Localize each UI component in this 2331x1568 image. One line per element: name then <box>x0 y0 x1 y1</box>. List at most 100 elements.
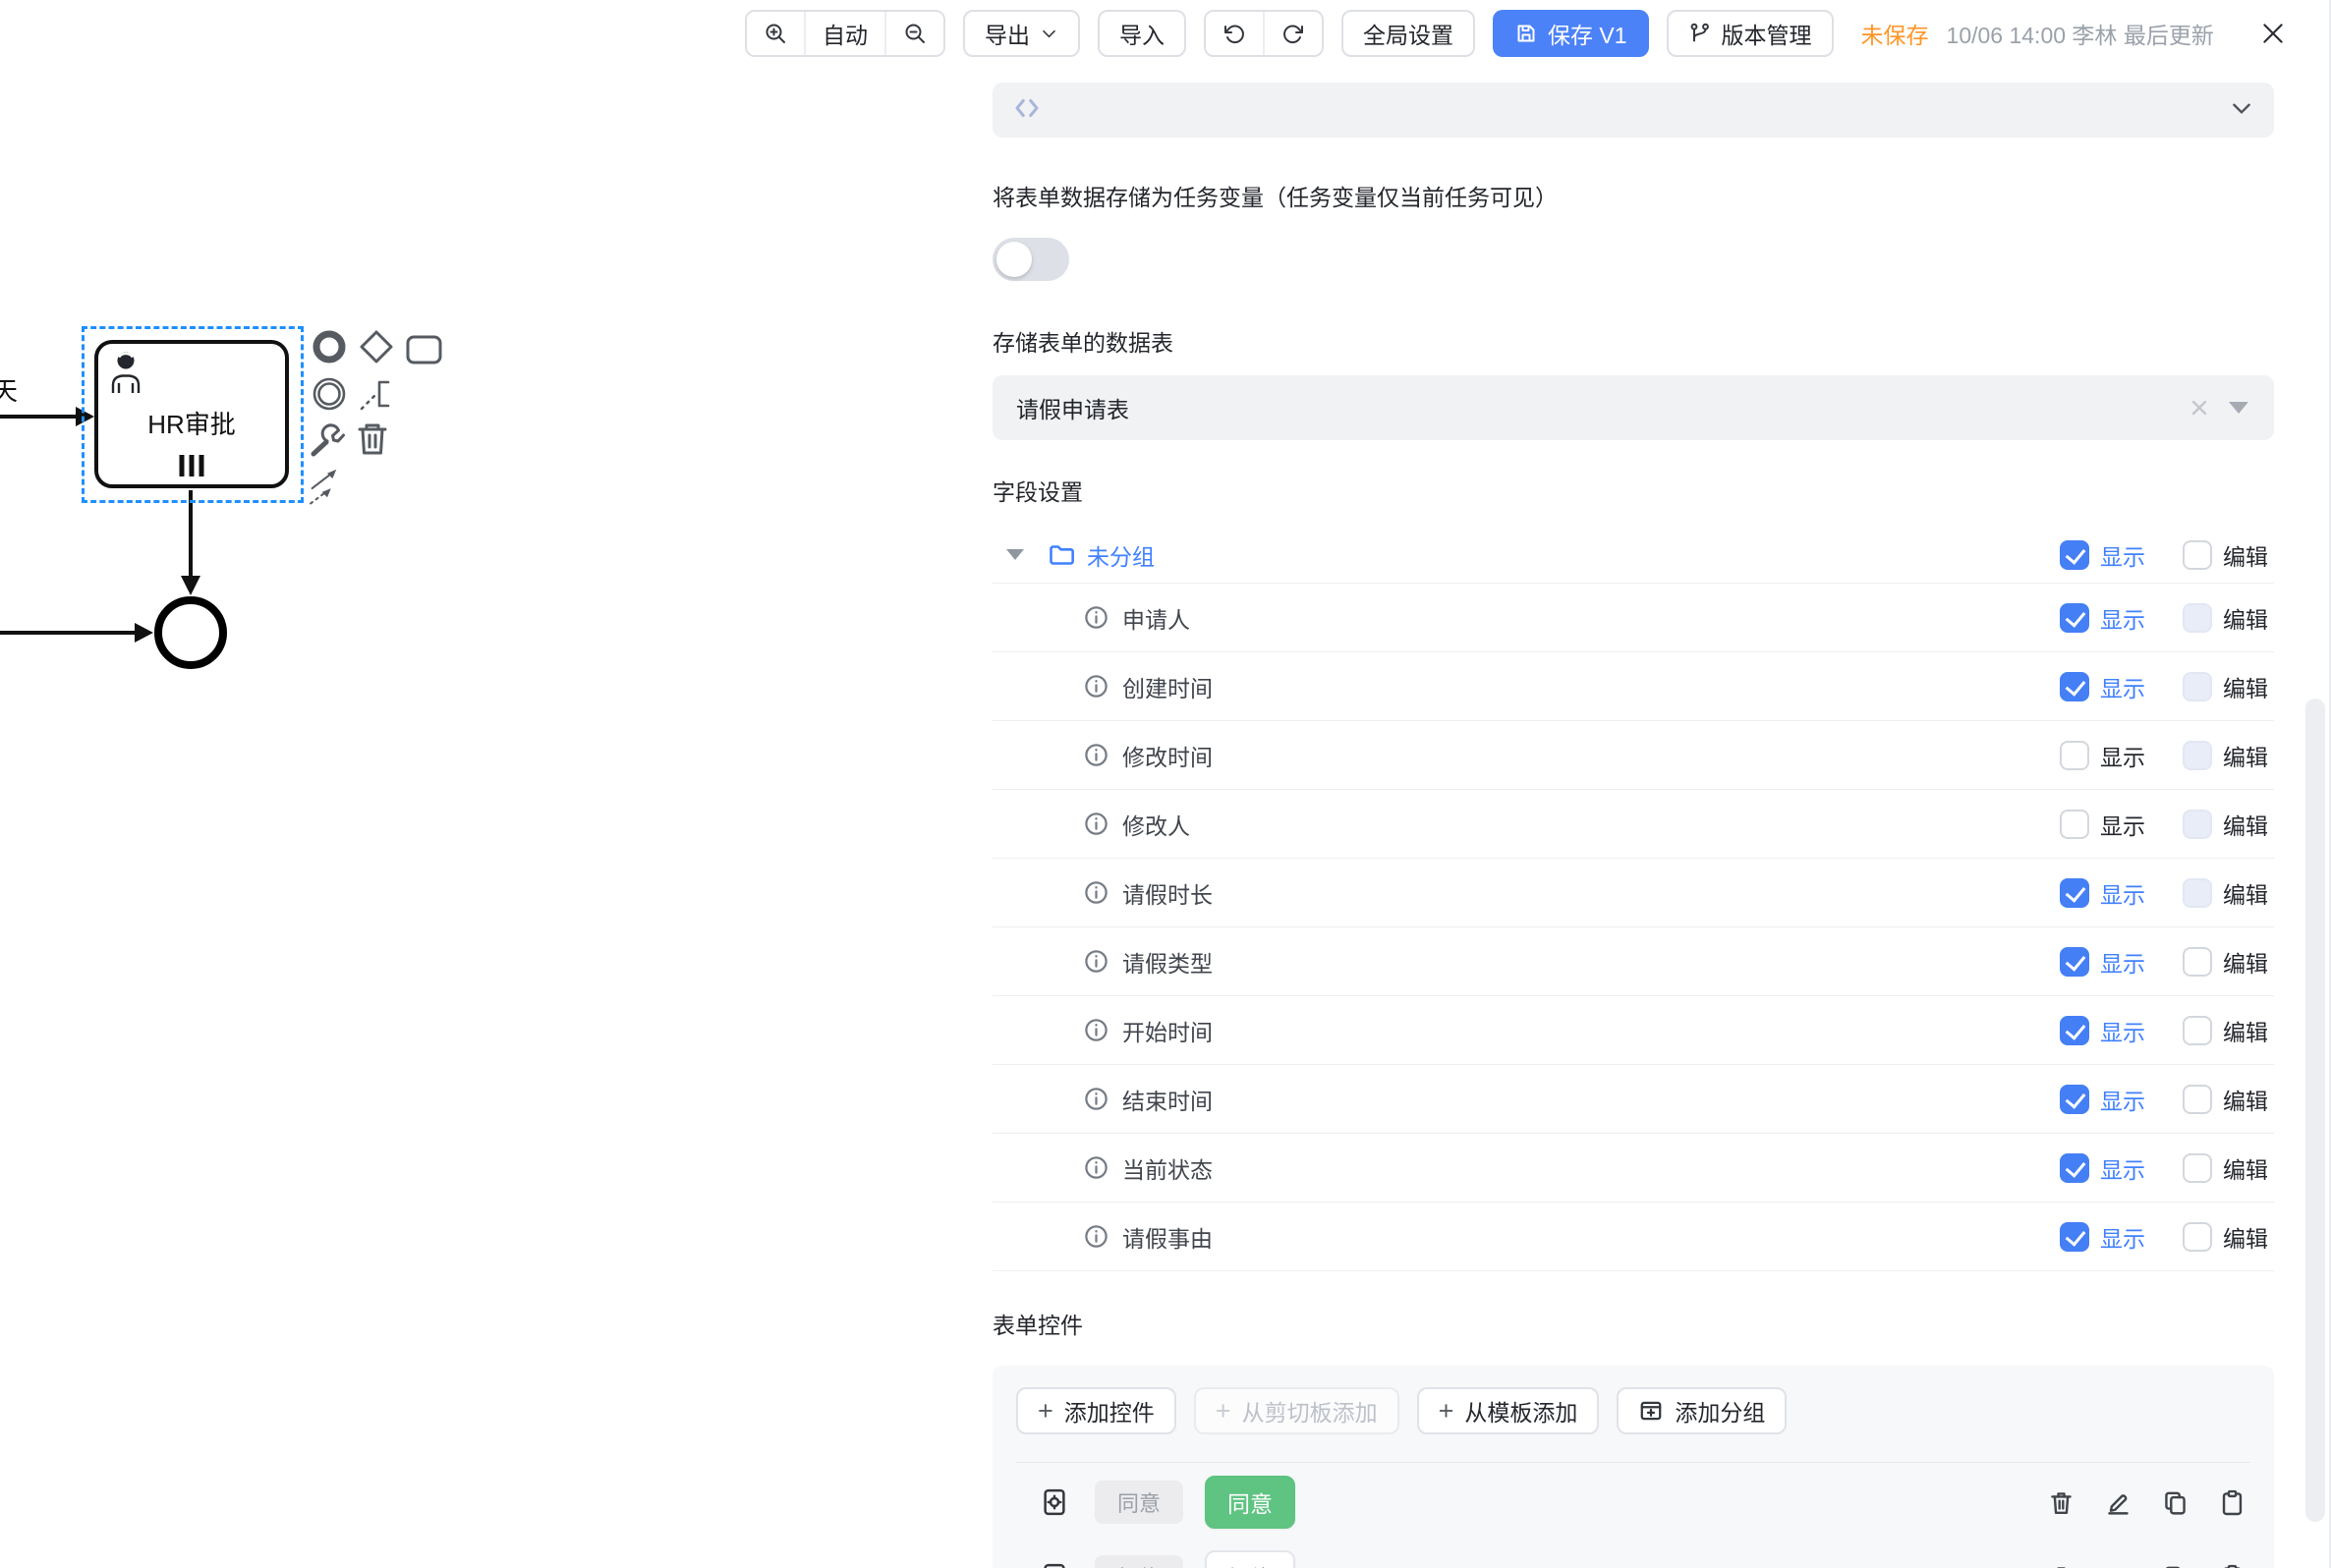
paste-clipboard-icon[interactable] <box>2218 1563 2246 1568</box>
edit-pencil-icon[interactable] <box>2104 1563 2132 1568</box>
select-caret-icon[interactable] <box>2229 402 2248 414</box>
edit-pencil-icon[interactable] <box>2104 1488 2132 1517</box>
widget-doc-icon <box>1040 1562 1069 1568</box>
import-button[interactable]: 导入 <box>1098 10 1186 57</box>
show-label: 显示 <box>2100 538 2151 572</box>
branch-icon <box>1688 22 1712 45</box>
clear-icon[interactable] <box>2188 396 2211 420</box>
global-settings-button[interactable]: 全局设置 <box>1341 10 1475 57</box>
copy-icon[interactable] <box>2161 1488 2189 1517</box>
edit-checkbox[interactable] <box>2183 672 2212 701</box>
field-name: 修改人 <box>1122 808 1190 841</box>
edit-label: 编辑 <box>2223 1014 2274 1047</box>
delete-icon[interactable] <box>2047 1488 2075 1517</box>
paste-clipboard-icon[interactable] <box>2218 1488 2246 1517</box>
edit-checkbox[interactable] <box>2183 741 2212 770</box>
show-checkbox[interactable] <box>2060 878 2089 908</box>
edit-checkbox[interactable] <box>2183 603 2212 633</box>
field-name: 开始时间 <box>1122 1014 1213 1047</box>
field-name: 结束时间 <box>1122 1083 1213 1116</box>
show-label: 显示 <box>2100 670 2151 703</box>
bpmn-canvas[interactable]: 天 HR审批 <box>0 0 989 1568</box>
show-checkbox[interactable] <box>2060 741 2089 770</box>
edit-checkbox[interactable] <box>2183 1016 2212 1045</box>
flow-condition-label: 天 <box>0 371 18 408</box>
info-icon <box>1083 879 1109 906</box>
delete-icon[interactable] <box>2047 1563 2075 1568</box>
widget-row-actions <box>2047 1488 2246 1517</box>
show-label: 显示 <box>2100 1014 2151 1047</box>
redo-icon <box>1281 22 1305 45</box>
bpmn-connections <box>0 0 989 1568</box>
edit-checkbox[interactable] <box>2183 1085 2212 1114</box>
field-row: 结束时间 显示 编辑 <box>993 1065 2274 1134</box>
show-checkbox[interactable] <box>2060 810 2089 839</box>
append-intermediate-event-icon[interactable] <box>310 374 349 419</box>
add-group-button[interactable]: 添加分组 <box>1617 1387 1787 1434</box>
append-gateway-icon[interactable] <box>357 327 396 371</box>
show-label: 显示 <box>2100 601 2151 635</box>
zoom-in-button[interactable] <box>747 12 804 55</box>
show-checkbox[interactable] <box>2060 1016 2089 1045</box>
edit-checkbox[interactable] <box>2183 947 2212 977</box>
field-row: 修改时间 显示 编辑 <box>993 721 2274 790</box>
show-checkbox[interactable] <box>2060 1222 2089 1252</box>
show-label: 显示 <box>2100 1083 2151 1116</box>
text-annotation-icon[interactable] <box>357 374 396 419</box>
properties-panel: 将表单数据存储为任务变量（任务变量仅当前任务可见） 存储表单的数据表 请假申请表… <box>993 61 2274 1568</box>
widget-preview-button[interactable]: 同意 <box>1205 1476 1295 1529</box>
edit-checkbox[interactable] <box>2183 878 2212 908</box>
show-checkbox[interactable] <box>2060 603 2089 633</box>
version-manage-button[interactable]: 版本管理 <box>1667 10 1834 57</box>
toolbar: 自动 导出 导入 全局设置 保存 V1 版本管理 未保存 <box>745 10 2287 57</box>
edit-label: 编辑 <box>2223 1151 2274 1185</box>
show-label: 显示 <box>2100 1220 2151 1254</box>
save-label: 保存 V1 <box>1548 17 1627 50</box>
edit-checkbox[interactable] <box>2183 540 2212 570</box>
arrowhead <box>181 576 200 595</box>
store-as-task-var-toggle[interactable] <box>993 238 1069 281</box>
append-end-event-icon[interactable] <box>310 327 349 371</box>
divider <box>1016 1462 2250 1463</box>
zoom-in-icon <box>764 22 787 45</box>
edit-checkbox[interactable] <box>2183 1153 2212 1183</box>
field-row: 请假类型 显示 编辑 <box>993 927 2274 996</box>
unsaved-status-badge: 未保存 <box>1861 17 1929 50</box>
panel-scrollbar[interactable] <box>2305 699 2325 1522</box>
close-button[interactable] <box>2259 20 2287 47</box>
code-section-collapsed[interactable] <box>993 83 2274 138</box>
export-button[interactable]: 导出 <box>963 10 1080 57</box>
add-from-template-button[interactable]: + 从模板添加 <box>1417 1387 1600 1434</box>
change-type-wrench-icon[interactable] <box>308 420 347 465</box>
delete-trash-icon[interactable] <box>353 419 392 463</box>
show-checkbox[interactable] <box>2060 540 2089 570</box>
show-checkbox[interactable] <box>2060 1153 2089 1183</box>
user-task-icon <box>108 350 145 395</box>
zoom-auto-button[interactable]: 自动 <box>804 12 884 55</box>
widget-preview-button[interactable]: 拒绝 <box>1205 1550 1295 1568</box>
end-event-node[interactable] <box>154 596 227 669</box>
show-checkbox[interactable] <box>2060 947 2089 977</box>
group-name[interactable]: 未分组 <box>1087 538 1155 572</box>
field-row: 请假时长 显示 编辑 <box>993 859 2274 927</box>
chevron-down-icon[interactable] <box>2229 95 2254 126</box>
user-task-node[interactable]: HR审批 <box>94 340 289 488</box>
datasheet-select[interactable]: 请假申请表 <box>993 375 2274 440</box>
show-checkbox[interactable] <box>2060 1085 2089 1114</box>
copy-icon[interactable] <box>2161 1563 2189 1568</box>
save-button[interactable]: 保存 V1 <box>1493 10 1649 57</box>
zoom-out-button[interactable] <box>884 12 943 55</box>
append-task-icon[interactable] <box>404 330 443 374</box>
connect-flow-icon[interactable] <box>308 466 347 510</box>
edit-checkbox[interactable] <box>2183 1222 2212 1252</box>
add-widget-label: 添加控件 <box>1064 1394 1155 1428</box>
task-name: HR审批 <box>98 405 285 441</box>
show-checkbox[interactable] <box>2060 672 2089 701</box>
arrowhead <box>135 623 153 643</box>
redo-button[interactable] <box>1263 12 1322 55</box>
collapse-caret-icon[interactable] <box>1006 549 1024 560</box>
undo-button[interactable] <box>1206 12 1263 55</box>
add-widget-button[interactable]: + 添加控件 <box>1016 1387 1176 1434</box>
edit-checkbox[interactable] <box>2183 810 2212 839</box>
field-row: 开始时间 显示 编辑 <box>993 996 2274 1065</box>
